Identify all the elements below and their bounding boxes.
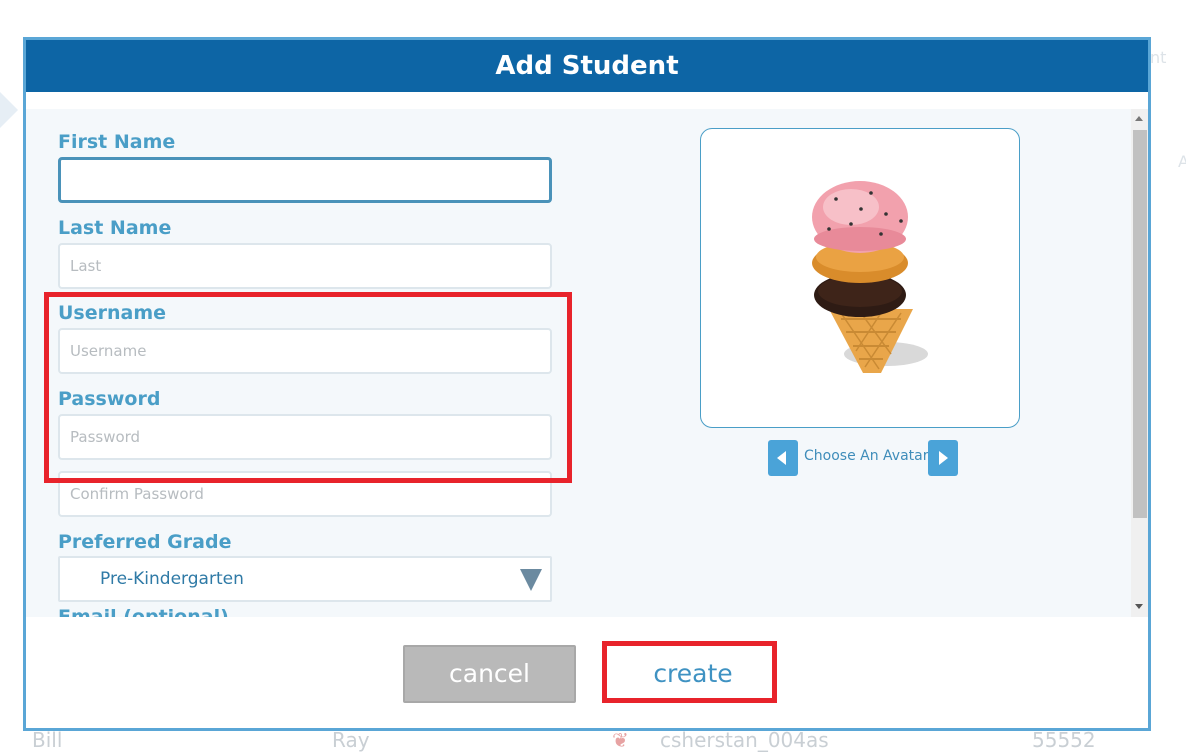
preferred-grade-select[interactable]: Pre-Kindergarten bbox=[58, 556, 552, 602]
scroll-up-icon[interactable] bbox=[1135, 116, 1143, 121]
email-label: Email (optional) bbox=[58, 606, 229, 617]
chevron-right-icon bbox=[939, 451, 948, 465]
last-name-input[interactable] bbox=[58, 243, 552, 289]
avatar-next-button[interactable] bbox=[928, 440, 958, 476]
scroll-thumb[interactable] bbox=[1133, 130, 1147, 518]
background-table-row: Bill Ray ❦ csherstan_004as 55552 bbox=[0, 728, 1186, 754]
preferred-grade-value: Pre-Kindergarten bbox=[100, 569, 244, 589]
background-fragment: nt bbox=[1150, 48, 1167, 67]
bg-avatar-icon: ❦ bbox=[612, 728, 629, 752]
cancel-button[interactable]: cancel bbox=[403, 645, 576, 703]
bg-username: csherstan_004as bbox=[660, 728, 829, 752]
bg-first-name: Bill bbox=[32, 728, 63, 752]
create-button-highlight bbox=[602, 641, 777, 703]
background-fragment: A bbox=[1178, 152, 1186, 171]
dropdown-arrow-icon[interactable] bbox=[520, 569, 542, 591]
chevron-left-icon bbox=[777, 451, 786, 465]
scrollbar[interactable] bbox=[1131, 109, 1148, 617]
username-password-highlight bbox=[44, 292, 572, 483]
bg-number: 55552 bbox=[1032, 728, 1096, 752]
avatar-preview bbox=[700, 128, 1020, 428]
choose-avatar-label: Choose An Avatar bbox=[804, 448, 929, 464]
ice-cream-cone-avatar-icon bbox=[812, 181, 928, 373]
modal-title: Add Student bbox=[26, 40, 1148, 92]
scroll-down-icon[interactable] bbox=[1135, 604, 1143, 609]
bg-last-name: Ray bbox=[332, 728, 370, 752]
background-arrow bbox=[0, 92, 18, 128]
first-name-label: First Name bbox=[58, 131, 176, 153]
preferred-grade-label: Preferred Grade bbox=[58, 531, 232, 553]
avatar-prev-button[interactable] bbox=[768, 440, 798, 476]
avatar-chooser: Choose An Avatar bbox=[768, 440, 958, 476]
last-name-label: Last Name bbox=[58, 217, 172, 239]
first-name-input[interactable] bbox=[58, 157, 552, 203]
